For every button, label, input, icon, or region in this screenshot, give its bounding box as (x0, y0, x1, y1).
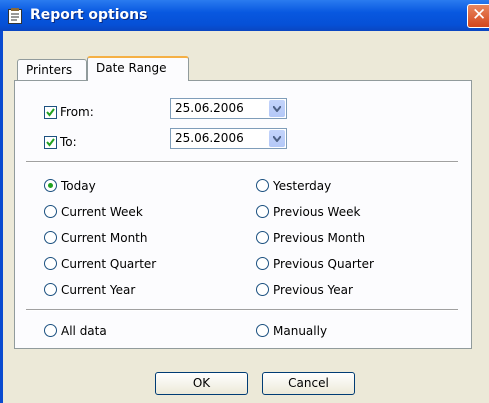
radio-current-month-label: Current Month (61, 231, 148, 245)
cancel-button[interactable]: Cancel (262, 372, 355, 395)
chevron-down-icon (273, 136, 281, 142)
tab-printers[interactable]: Printers (17, 59, 87, 81)
radio-yesterday[interactable] (256, 179, 269, 192)
ok-button[interactable]: OK (155, 372, 248, 395)
separator (26, 309, 458, 311)
radio-previous-year[interactable] (256, 283, 269, 296)
radio-previous-year-label: Previous Year (273, 283, 353, 297)
to-date-value: 25.06.2006 (175, 131, 244, 145)
radio-manually[interactable] (256, 324, 269, 337)
tab-printers-label: Printers (26, 63, 73, 77)
to-dropdown-button[interactable] (269, 130, 285, 147)
tab-date-range[interactable]: Date Range (87, 56, 189, 81)
close-icon: ✕ (472, 5, 487, 25)
radio-current-month[interactable] (44, 231, 57, 244)
to-checkbox[interactable] (44, 136, 57, 149)
radio-current-quarter-label: Current Quarter (61, 257, 157, 271)
ok-button-label: OK (192, 376, 211, 390)
radio-selected-dot (48, 183, 53, 188)
from-label: From: (60, 105, 94, 119)
radio-all-data[interactable] (44, 324, 57, 337)
checkmark-icon (46, 138, 55, 147)
title-bar[interactable]: Report options ✕ (0, 0, 489, 31)
radio-current-week-label: Current Week (61, 205, 143, 219)
radio-manually-label: Manually (273, 324, 328, 338)
report-icon (8, 8, 22, 24)
radio-current-year-label: Current Year (61, 283, 136, 297)
radio-previous-quarter-label: Previous Quarter (273, 257, 374, 271)
to-label: To: (60, 135, 77, 149)
radio-today-label: Today (61, 179, 96, 193)
radio-current-year[interactable] (44, 283, 57, 296)
from-date-value: 25.06.2006 (175, 101, 244, 115)
radio-previous-week-label: Previous Week (273, 205, 361, 219)
separator (26, 161, 458, 163)
chevron-down-icon (273, 106, 281, 112)
from-checkbox[interactable] (44, 106, 57, 119)
checkmark-icon (46, 108, 55, 117)
radio-current-quarter[interactable] (44, 257, 57, 270)
from-date-picker[interactable]: 25.06.2006 (170, 98, 287, 119)
to-date-picker[interactable]: 25.06.2006 (170, 128, 287, 149)
radio-current-week[interactable] (44, 205, 57, 218)
close-button[interactable]: ✕ (467, 4, 489, 28)
from-dropdown-button[interactable] (269, 100, 285, 117)
radio-previous-month[interactable] (256, 231, 269, 244)
radio-previous-quarter[interactable] (256, 257, 269, 270)
window-title: Report options (30, 7, 148, 23)
radio-today[interactable] (44, 179, 57, 192)
report-options-window: Report options ✕ Printers Date Range Fro… (0, 0, 489, 403)
radio-all-data-label: All data (61, 324, 107, 338)
tab-date-range-label: Date Range (96, 61, 167, 75)
cancel-button-label: Cancel (288, 376, 329, 390)
radio-previous-month-label: Previous Month (273, 231, 366, 245)
radio-previous-week[interactable] (256, 205, 269, 218)
radio-yesterday-label: Yesterday (273, 179, 332, 193)
